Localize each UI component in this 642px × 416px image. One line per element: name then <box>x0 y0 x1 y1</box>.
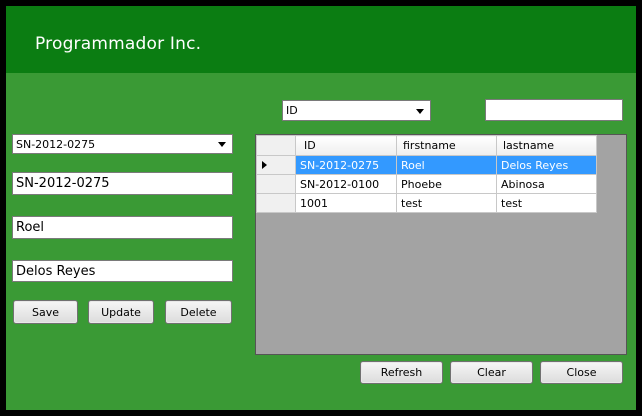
column-header-firstname[interactable]: firstname <box>396 135 497 156</box>
search-input[interactable] <box>485 99 623 121</box>
table-cell[interactable]: SN-2012-0275 <box>295 155 397 175</box>
column-header-id[interactable]: ID <box>295 135 397 156</box>
header-bar: Programmador Inc. <box>6 6 636 73</box>
save-button[interactable]: Save <box>13 300 78 324</box>
grid-header-row: ID firstname lastname <box>256 135 597 156</box>
app-window: Programmador Inc. ID SN-2012-0275 SN-201… <box>0 0 642 416</box>
table-cell[interactable]: 1001 <box>295 193 397 213</box>
chevron-down-icon <box>218 142 226 147</box>
row-pointer-icon <box>262 160 267 169</box>
column-header-lastname[interactable]: lastname <box>496 135 597 156</box>
update-button[interactable]: Update <box>88 300 154 324</box>
refresh-button[interactable]: Refresh <box>360 361 443 384</box>
row-header[interactable] <box>256 193 296 213</box>
record-select-value: SN-2012-0275 <box>16 137 96 151</box>
row-header[interactable] <box>256 155 296 175</box>
delete-button[interactable]: Delete <box>165 300 232 324</box>
search-field-value: ID <box>286 104 298 117</box>
table-cell[interactable]: Roel <box>396 155 497 175</box>
grid-table: ID firstname lastname SN-2012-0275 Roel … <box>256 135 597 213</box>
grid-corner-header <box>256 135 296 156</box>
table-row[interactable]: 1001 test test <box>256 193 597 213</box>
table-cell[interactable]: test <box>396 193 497 213</box>
table-cell[interactable]: Abinosa <box>496 174 597 194</box>
chevron-down-icon <box>416 108 424 114</box>
firstname-field[interactable]: Roel <box>12 216 233 239</box>
id-field[interactable]: SN-2012-0275 <box>12 172 233 195</box>
table-row[interactable]: SN-2012-0275 Roel Delos Reyes <box>256 155 597 175</box>
data-grid[interactable]: ID firstname lastname SN-2012-0275 Roel … <box>255 134 627 355</box>
record-select[interactable]: SN-2012-0275 <box>12 134 233 154</box>
lastname-field[interactable]: Delos Reyes <box>12 260 233 282</box>
table-cell[interactable]: SN-2012-0100 <box>295 174 397 194</box>
clear-button[interactable]: Clear <box>450 361 533 384</box>
close-button[interactable]: Close <box>540 361 623 384</box>
table-cell[interactable]: Delos Reyes <box>496 155 597 175</box>
row-header[interactable] <box>256 174 296 194</box>
table-cell[interactable]: test <box>496 193 597 213</box>
app-title: Programmador Inc. <box>35 34 202 54</box>
table-cell[interactable]: Phoebe <box>396 174 497 194</box>
table-row[interactable]: SN-2012-0100 Phoebe Abinosa <box>256 174 597 194</box>
search-field-select[interactable]: ID <box>282 100 431 121</box>
